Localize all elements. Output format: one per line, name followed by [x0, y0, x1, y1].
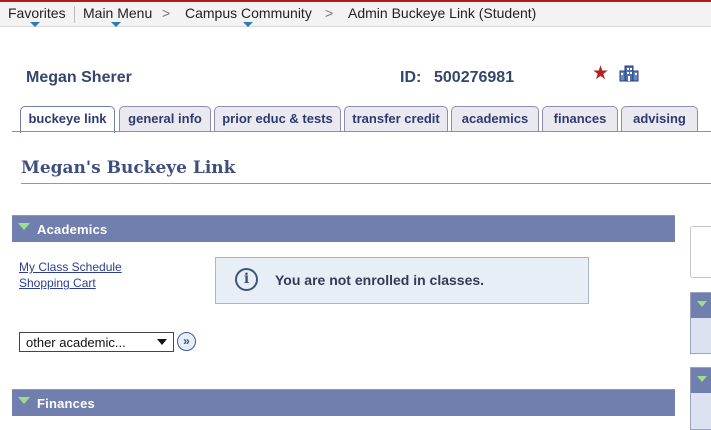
shopping-cart-link[interactable]: Shopping Cart [19, 276, 96, 290]
campus-community-dropdown-icon[interactable] [243, 22, 253, 27]
other-academic-select-value: other academic... [26, 335, 126, 350]
breadcrumb-campus-community[interactable]: Campus Community [185, 5, 312, 21]
right-collapsible-panel [690, 367, 711, 430]
page-title: Megan's Buckeye Link [21, 158, 236, 178]
go-button[interactable]: » [177, 332, 196, 351]
breadcrumb-separator-icon: > [162, 5, 171, 21]
main-menu-dropdown-icon[interactable] [111, 22, 121, 27]
tab-buckeye-link[interactable]: buckeye link [20, 106, 115, 133]
star-icon[interactable]: ★ [592, 62, 609, 85]
tab-strip-border [12, 131, 711, 132]
menu-divider [74, 6, 75, 23]
right-panel-edge [690, 226, 711, 278]
collapse-triangle-icon[interactable] [18, 397, 30, 404]
favorites-menu[interactable]: Favorites [8, 5, 66, 21]
top-menu-bar: Favorites Main Menu > Campus Community >… [0, 0, 711, 27]
tab-transfer-credit[interactable]: transfer credit [344, 106, 448, 131]
collapse-triangle-icon[interactable] [18, 223, 30, 230]
student-id-value: 500276981 [434, 69, 515, 86]
academics-section-header: Academics [12, 215, 675, 242]
breadcrumb-current-page: Admin Buckeye Link (Student) [348, 5, 537, 21]
not-enrolled-message-box: i You are not enrolled in classes. [215, 257, 589, 304]
other-academic-select[interactable]: other academic... [19, 332, 174, 352]
title-divider [21, 183, 711, 184]
tab-general-info[interactable]: general info [119, 106, 211, 131]
right-collapsible-panel [690, 292, 711, 354]
finances-section-title: Finances [37, 396, 95, 411]
student-id-label: ID: [400, 69, 422, 86]
not-enrolled-message: You are not enrolled in classes. [275, 272, 485, 288]
main-menu[interactable]: Main Menu [83, 5, 152, 21]
breadcrumb-separator-icon: > [325, 5, 334, 21]
tab-prior-educ-tests[interactable]: prior educ & tests [214, 106, 341, 131]
tab-finances[interactable]: finances [542, 106, 618, 131]
academics-section-title: Academics [37, 222, 108, 237]
info-icon: i [235, 268, 258, 291]
student-name: Megan Sherer [26, 69, 132, 86]
select-arrow-icon [157, 339, 167, 345]
building-icon[interactable] [619, 64, 639, 82]
collapse-triangle-icon[interactable] [697, 376, 707, 382]
my-class-schedule-link[interactable]: My Class Schedule [19, 260, 122, 274]
favorites-dropdown-icon[interactable] [30, 22, 40, 27]
finances-section-header: Finances [12, 389, 675, 416]
collapse-triangle-icon[interactable] [697, 301, 707, 307]
tab-advising[interactable]: advising [621, 106, 698, 131]
tab-academics[interactable]: academics [451, 106, 539, 131]
